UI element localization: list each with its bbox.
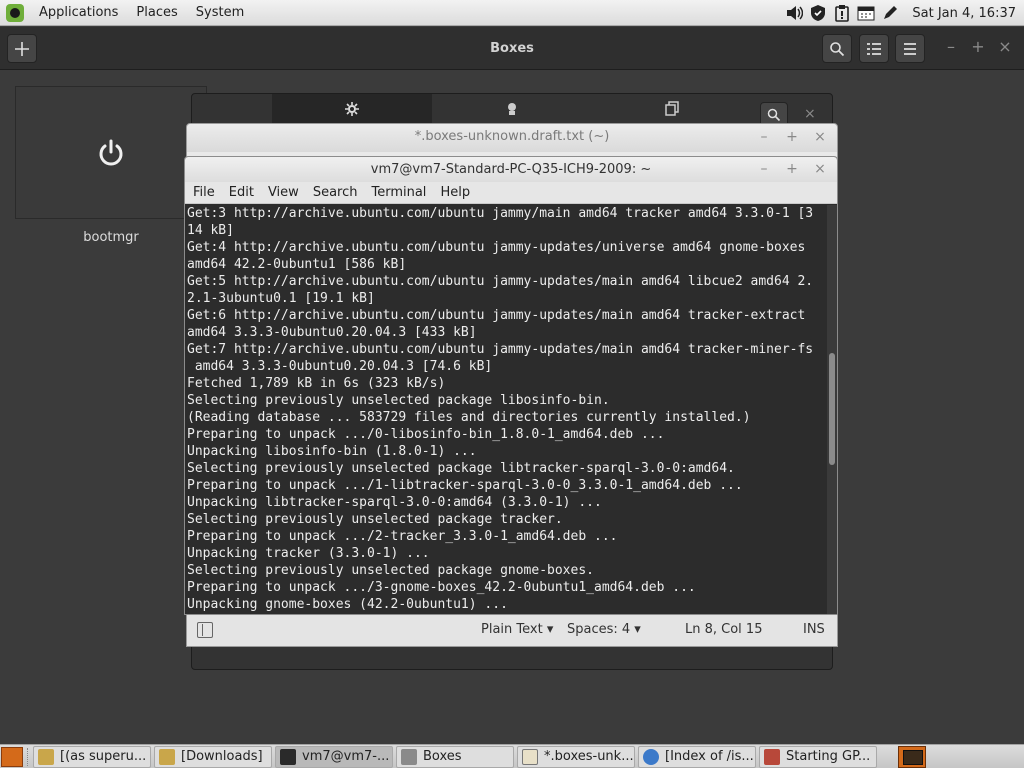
shield-icon[interactable]: [808, 4, 828, 22]
cursor-position[interactable]: Ln 8, Col 15: [685, 622, 762, 637]
power-icon: [99, 139, 123, 165]
search-button[interactable]: [822, 34, 852, 63]
boxes-header-bar: Boxes – + ×: [0, 27, 1024, 70]
maximize-button[interactable]: +: [785, 129, 799, 145]
side-panel-toggle-icon[interactable]: [197, 622, 213, 638]
task-gparted[interactable]: Starting GP...: [759, 745, 877, 768]
terminal-output[interactable]: Get:3 http://archive.ubuntu.com/ubuntu j…: [185, 205, 827, 614]
vm-name[interactable]: bootmgr: [15, 230, 207, 245]
minimize-button[interactable]: –: [943, 39, 959, 55]
task-label: Starting GP...: [786, 749, 871, 764]
search-icon: [830, 41, 845, 56]
main-menu-button[interactable]: [895, 34, 925, 63]
menu-terminal[interactable]: Terminal: [364, 182, 433, 203]
menu-search[interactable]: Search: [306, 182, 365, 203]
top-panel: Applications Places System Sat Jan 4, 16…: [0, 0, 1024, 26]
clipboard-icon[interactable]: [832, 4, 852, 22]
menu-edit[interactable]: Edit: [222, 182, 261, 203]
task-label: [Downloads]: [181, 749, 263, 764]
language-label: Plain Text: [481, 622, 543, 637]
pen-icon[interactable]: [880, 4, 900, 22]
task-superuser-folder[interactable]: [(as superu...: [33, 745, 151, 768]
list-view-button[interactable]: [859, 34, 889, 63]
properties-close-button[interactable]: ×: [804, 106, 816, 122]
app-icon: [764, 748, 780, 765]
gear-icon: [345, 102, 359, 116]
maximize-button[interactable]: +: [970, 39, 986, 55]
vm-thumbnail[interactable]: [15, 86, 207, 219]
language-selector[interactable]: Plain Text ▾: [481, 622, 553, 637]
calendar-icon[interactable]: [856, 4, 876, 22]
cpu-icon: [508, 103, 516, 115]
task-terminal[interactable]: vm7@vm7-...: [275, 745, 393, 768]
task-label: [Index of /is...: [665, 749, 754, 764]
terminal-scrollbar[interactable]: [827, 205, 837, 614]
menu-places[interactable]: Places: [127, 0, 186, 26]
tab-width-selector[interactable]: Spaces: 4 ▾: [567, 622, 641, 637]
minimize-button[interactable]: –: [757, 129, 771, 145]
taskbar: [(as superu... [Downloads] vm7@vm7-... B…: [0, 744, 1024, 768]
minimize-button[interactable]: –: [757, 161, 771, 177]
menu-applications[interactable]: Applications: [30, 0, 127, 26]
clock[interactable]: Sat Jan 4, 16:37: [902, 6, 1024, 21]
tab-system[interactable]: [432, 94, 592, 124]
mint-menu-icon[interactable]: [6, 3, 24, 22]
copy-icon: [665, 101, 679, 116]
terminal-window: vm7@vm7-Standard-PC-Q35-ICH9-2009: ~ – +…: [184, 156, 838, 615]
close-button[interactable]: ×: [813, 129, 827, 145]
terminal-menubar: File Edit View Search Terminal Help: [185, 182, 837, 204]
terminal-title: vm7@vm7-Standard-PC-Q35-ICH9-2009: ~: [185, 157, 837, 182]
task-boxes[interactable]: Boxes: [396, 745, 514, 768]
boxes-icon: [401, 748, 417, 765]
text-editor-window-controls: – + ×: [743, 129, 827, 145]
menu-file[interactable]: File: [185, 182, 222, 203]
menu-view[interactable]: View: [261, 182, 306, 203]
scrollbar-thumb[interactable]: [829, 353, 835, 465]
browser-icon: [643, 748, 659, 765]
workspace-switcher[interactable]: [898, 746, 926, 768]
tab-general[interactable]: [272, 94, 432, 124]
folder-icon: [38, 748, 54, 765]
task-label: Boxes: [423, 749, 462, 764]
task-text-editor[interactable]: *.boxes-unk...: [517, 745, 635, 768]
maximize-button[interactable]: +: [785, 161, 799, 177]
terminal-icon: [280, 748, 296, 765]
show-desktop-button[interactable]: [1, 746, 23, 767]
search-icon: [767, 108, 781, 122]
menu-help[interactable]: Help: [433, 182, 477, 203]
task-label: vm7@vm7-...: [302, 749, 390, 764]
close-button[interactable]: ×: [813, 161, 827, 177]
system-tray: Sat Jan 4, 16:37: [782, 0, 1024, 26]
text-editor-statusbar: Plain Text ▾ Spaces: 4 ▾ Ln 8, Col 15 IN…: [187, 613, 837, 646]
task-label: *.boxes-unk...: [544, 749, 634, 764]
insert-mode: INS: [803, 622, 825, 637]
tab-devices[interactable]: [592, 94, 752, 124]
tab-width-label: Spaces: 4: [567, 622, 631, 637]
task-label: [(as superu...: [60, 749, 147, 764]
list-icon: [867, 42, 881, 55]
menu-system[interactable]: System: [187, 0, 253, 26]
hamburger-icon: [904, 42, 916, 55]
text-editor-icon: [522, 748, 538, 765]
task-browser[interactable]: [Index of /is...: [638, 745, 756, 768]
top-menu: Applications Places System: [30, 0, 253, 26]
properties-tabs: [272, 94, 752, 124]
volume-icon[interactable]: [784, 4, 804, 22]
close-button[interactable]: ×: [997, 39, 1013, 55]
folder-icon: [159, 748, 175, 765]
terminal-window-controls: – + ×: [743, 161, 827, 177]
text-editor-title: *.boxes-unknown.draft.txt (~): [187, 124, 837, 152]
task-downloads[interactable]: [Downloads]: [154, 745, 272, 768]
